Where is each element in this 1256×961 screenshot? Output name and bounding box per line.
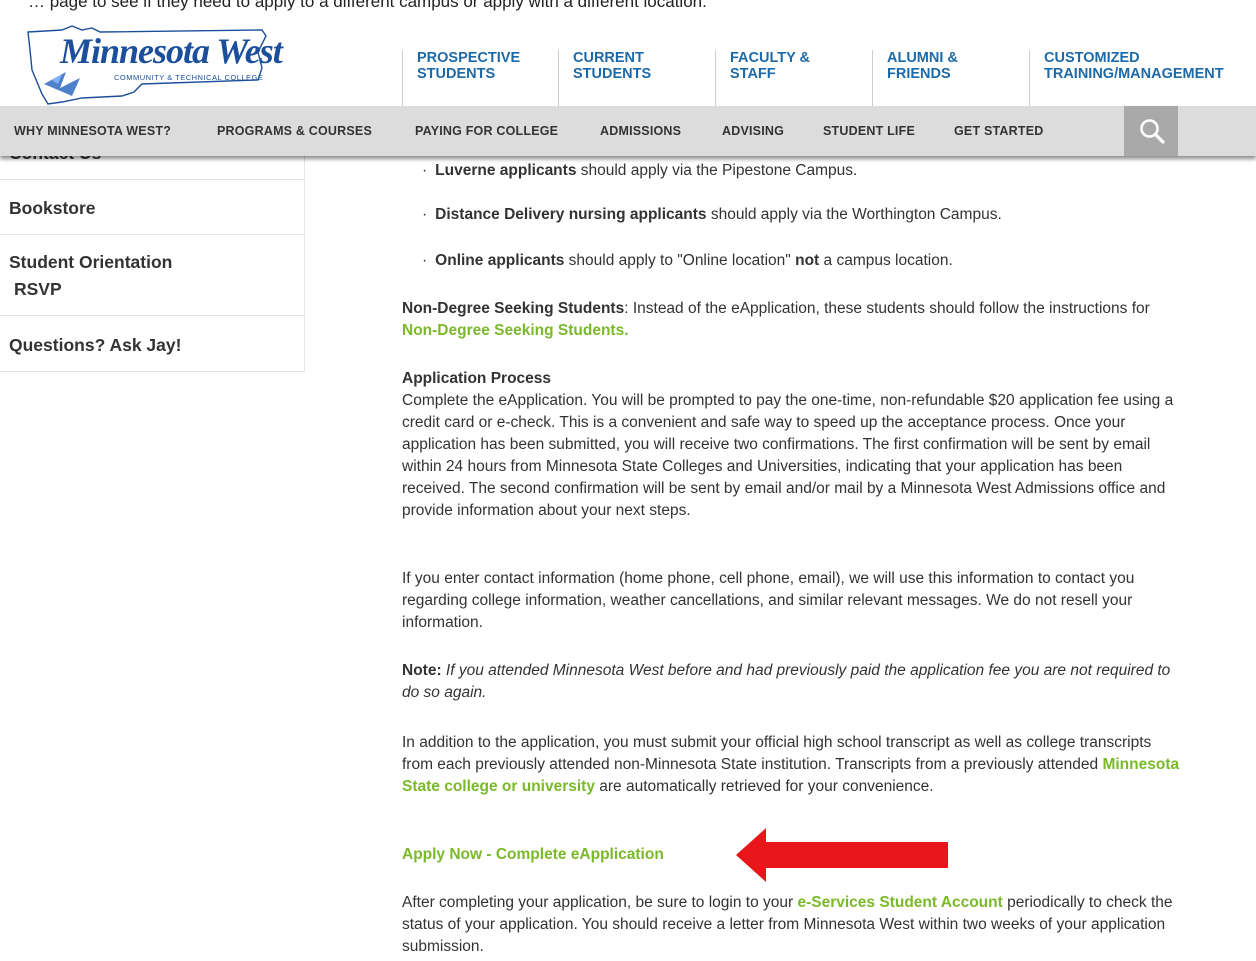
apply-now-link[interactable]: Apply Now - Complete eApplication [402,846,664,863]
site-header: Minnesota West COMMUNITY & TECHNICAL COL… [0,20,1256,106]
nav-student-life[interactable]: STUDENT LIFE [823,124,915,138]
nav-paying-for-college[interactable]: PAYING FOR COLLEGE [415,124,558,138]
nav-get-started[interactable]: GET STARTED [954,124,1043,138]
audience-nav: PROSPECTIVE STUDENTS CURRENT STUDENTS FA… [0,50,1256,106]
sidebar-item-bookstore[interactable]: Bookstore [0,180,305,235]
transcripts-paragraph: In addition to the application, you must… [402,734,1180,795]
application-process-text: Complete the eApplication. You will be p… [402,392,1174,519]
nav-why-minnesota-west[interactable]: WHY MINNESOTA WEST? [14,124,171,138]
list-item: · Luverne applicants should apply via the… [422,162,858,179]
red-arrow-icon [736,828,948,882]
e-services-link[interactable]: e-Services Student Account [797,894,1002,911]
contact-info-paragraph: If you enter contact information (home p… [402,570,1135,631]
sidebar-nav: Contact Us Bookstore Student Orientation… [0,143,305,372]
document-caption: … page to see if they need to apply to a… [0,0,1256,20]
nav-admissions[interactable]: ADMISSIONS [600,124,681,138]
caption-text: … page to see if they need to apply to a… [28,0,707,11]
topnav-faculty-staff[interactable]: FACULTY & STAFF [715,50,872,106]
sidebar-item-student-orientation[interactable]: Student Orientation RSVP [0,235,305,316]
topnav-customized-training[interactable]: CUSTOMIZED TRAINING/MANAGEMENT [1029,50,1256,106]
non-degree-link[interactable]: Non-Degree Seeking Students. [402,322,629,339]
nav-programs-courses[interactable]: PROGRAMS & COURSES [217,124,372,138]
search-icon [1140,119,1165,144]
after-completing-paragraph: After completing your application, be su… [402,894,1173,955]
list-item: · Online applicants should apply to "Onli… [422,252,953,269]
sidebar-item-questions-ask-jay[interactable]: Questions? Ask Jay! [0,316,305,372]
topnav-prospective-students[interactable]: PROSPECTIVE STUDENTS [402,50,558,106]
search-button[interactable] [1124,106,1178,156]
section-heading: Application Process [402,370,552,387]
topnav-current-students[interactable]: CURRENT STUDENTS [558,50,715,106]
nav-advising[interactable]: ADVISING [722,124,784,138]
list-item: · Distance Delivery nursing applicants sh… [422,206,1002,223]
non-degree-paragraph: Non-Degree Seeking Students: Instead of … [402,300,1150,339]
main-nav-bar: WHY MINNESOTA WEST? PROGRAMS & COURSES P… [0,106,1256,156]
topnav-alumni-friends[interactable]: ALUMNI & FRIENDS [872,50,1029,106]
note-paragraph: Note: If you attended Minnesota West bef… [402,662,1171,701]
application-process-section: Application Process Complete the eApplic… [402,368,1182,522]
